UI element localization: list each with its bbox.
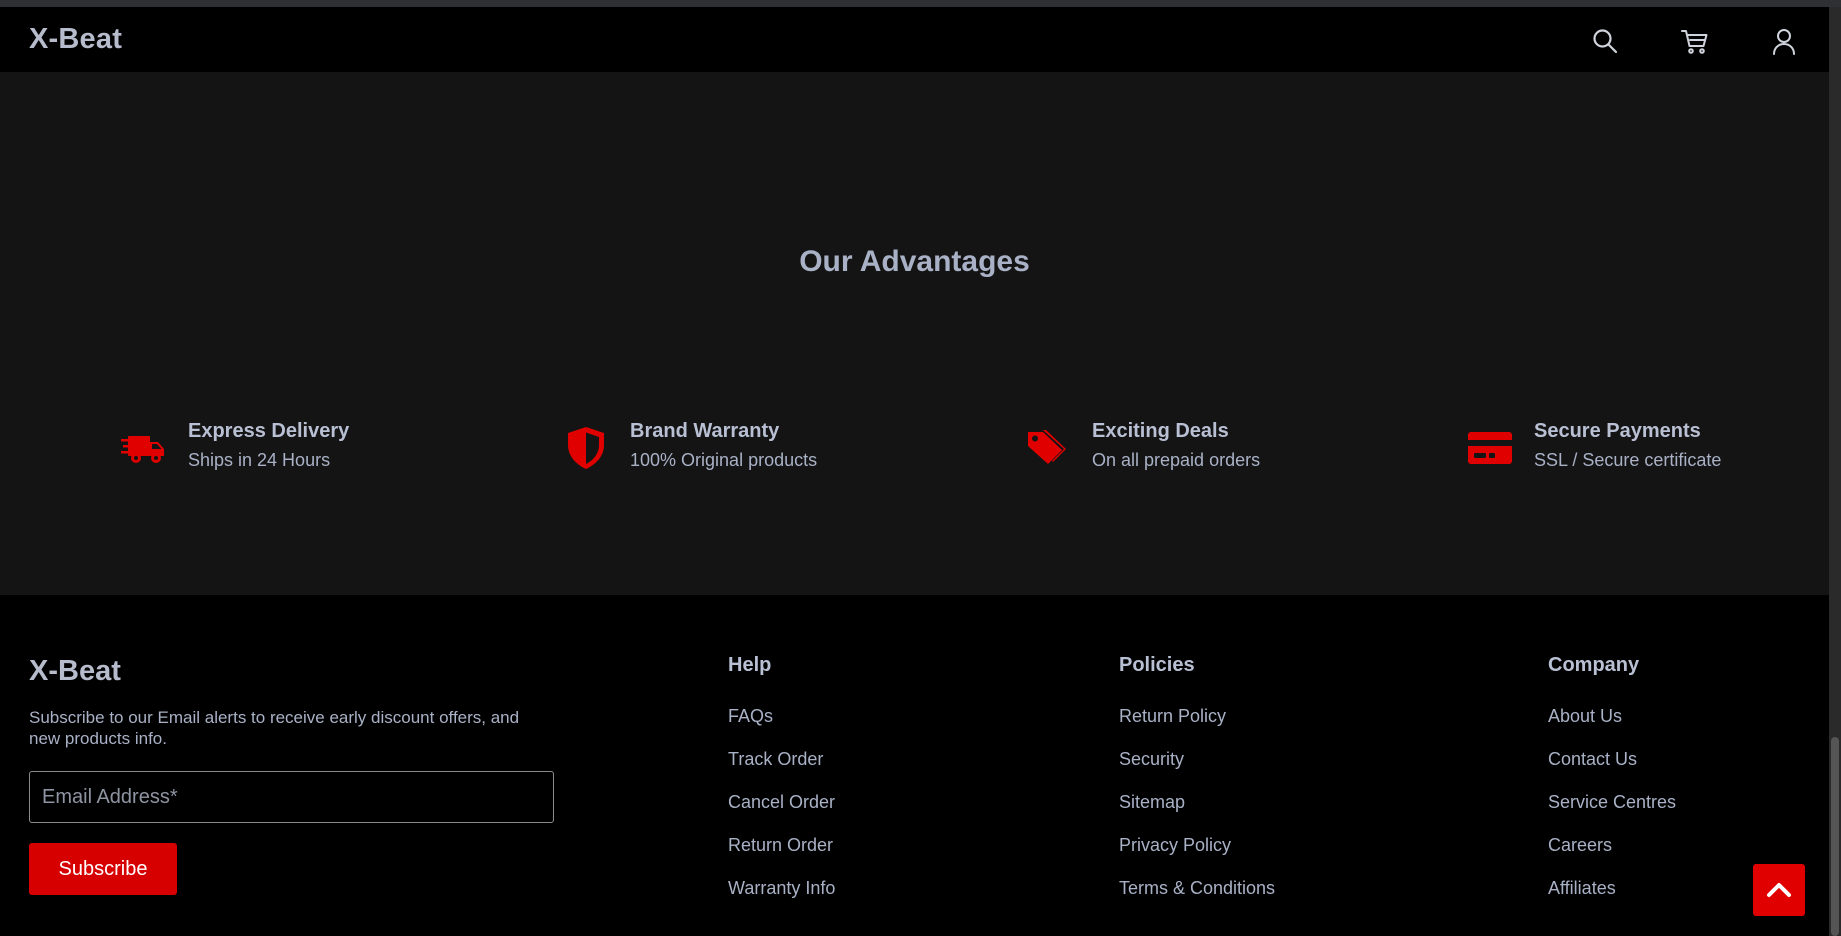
footer-link-contact-us[interactable]: Contact Us bbox=[1548, 748, 1676, 791]
search-icon[interactable] bbox=[1590, 26, 1620, 56]
advantage-desc: On all prepaid orders bbox=[1092, 450, 1261, 470]
footer-subscribe-text: Subscribe to our Email alerts to receive… bbox=[29, 708, 520, 748]
site-footer: X-Beat Subscribe to our Email alerts to … bbox=[0, 595, 1829, 936]
cart-icon[interactable] bbox=[1680, 26, 1710, 56]
advantage-exciting-deals: Exciting Deals On all prepaid orders bbox=[1024, 420, 1260, 472]
advantage-name: Express Delivery bbox=[188, 420, 350, 442]
footer-column-company: Company About Us Contact Us Service Cent… bbox=[1548, 654, 1676, 920]
footer-logo[interactable]: X-Beat bbox=[29, 655, 121, 688]
footer-link-return-policy[interactable]: Return Policy bbox=[1119, 705, 1275, 748]
footer-link-track-order[interactable]: Track Order bbox=[728, 748, 835, 791]
delivery-truck-icon bbox=[120, 424, 168, 472]
footer-link-return-order[interactable]: Return Order bbox=[728, 834, 835, 877]
scrollbar-thumb[interactable] bbox=[1831, 737, 1839, 936]
advantages-title: Our Advantages bbox=[799, 245, 1030, 278]
footer-link-careers[interactable]: Careers bbox=[1548, 834, 1676, 877]
advantage-brand-warranty: Brand Warranty 100% Original products bbox=[562, 420, 817, 472]
advantage-name: Exciting Deals bbox=[1092, 420, 1229, 442]
advantage-secure-payments: Secure Payments SSL / Secure certificate bbox=[1466, 420, 1721, 472]
scroll-to-top-button[interactable] bbox=[1753, 864, 1805, 916]
tags-icon bbox=[1024, 424, 1072, 472]
email-field[interactable] bbox=[29, 771, 554, 823]
advantage-desc: 100% Original products bbox=[630, 450, 818, 470]
footer-link-affiliates[interactable]: Affiliates bbox=[1548, 877, 1676, 920]
user-icon[interactable] bbox=[1769, 26, 1799, 56]
footer-column-help: Help FAQs Track Order Cancel Order Retur… bbox=[728, 654, 835, 920]
footer-link-about-us[interactable]: About Us bbox=[1548, 705, 1676, 748]
scrollbar[interactable] bbox=[1829, 7, 1841, 936]
footer-link-sitemap[interactable]: Sitemap bbox=[1119, 791, 1275, 834]
column-title: Company bbox=[1548, 654, 1640, 676]
shield-icon bbox=[562, 424, 610, 472]
footer-link-faqs[interactable]: FAQs bbox=[728, 705, 835, 748]
footer-link-security[interactable]: Security bbox=[1119, 748, 1275, 791]
advantage-desc: Ships in 24 Hours bbox=[188, 450, 331, 470]
footer-link-cancel-order[interactable]: Cancel Order bbox=[728, 791, 835, 834]
footer-link-service-centres[interactable]: Service Centres bbox=[1548, 791, 1676, 834]
column-title: Help bbox=[728, 654, 772, 676]
window-top-strip bbox=[0, 0, 1841, 7]
credit-card-icon bbox=[1466, 424, 1514, 472]
advantage-desc: SSL / Secure certificate bbox=[1534, 450, 1722, 470]
subscribe-button[interactable]: Subscribe bbox=[29, 843, 177, 895]
footer-link-privacy-policy[interactable]: Privacy Policy bbox=[1119, 834, 1275, 877]
footer-column-policies: Policies Return Policy Security Sitemap … bbox=[1119, 654, 1275, 920]
advantages-section: Our Advantages Express Delivery Ships in… bbox=[0, 72, 1829, 595]
advantage-name: Secure Payments bbox=[1534, 420, 1701, 442]
footer-link-warranty-info[interactable]: Warranty Info bbox=[728, 877, 835, 920]
site-header: X-Beat bbox=[0, 7, 1829, 72]
column-title: Policies bbox=[1119, 654, 1195, 676]
advantage-express-delivery: Express Delivery Ships in 24 Hours bbox=[120, 420, 349, 472]
site-logo[interactable]: X-Beat bbox=[29, 23, 122, 56]
footer-link-terms-conditions[interactable]: Terms & Conditions bbox=[1119, 877, 1275, 920]
advantage-name: Brand Warranty bbox=[630, 420, 780, 442]
chevron-up-icon bbox=[1767, 883, 1791, 897]
